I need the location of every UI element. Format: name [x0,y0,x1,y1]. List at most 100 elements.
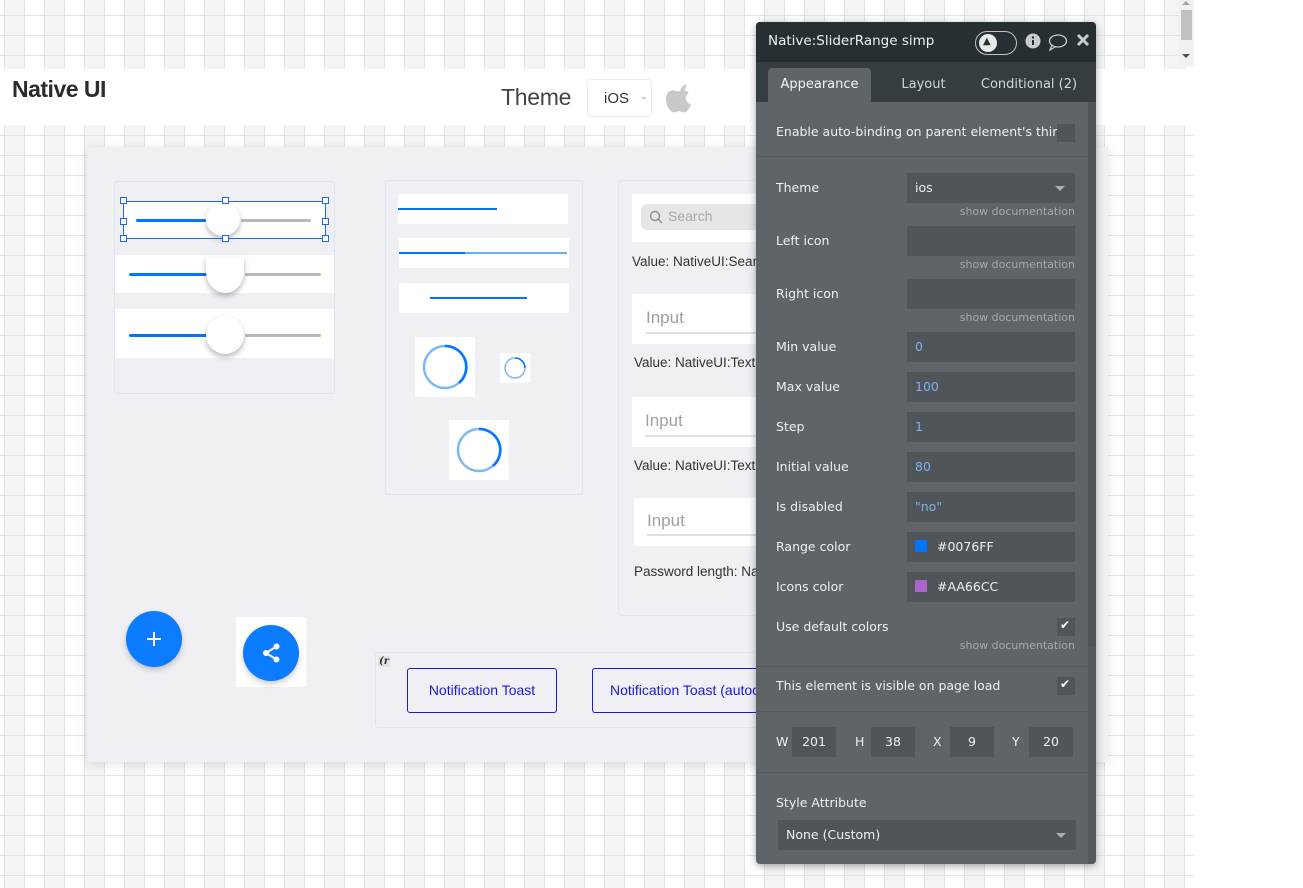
is-disabled-field[interactable]: "no" [907,492,1075,522]
use-default-colors-checkbox[interactable]: ✔ [1057,618,1075,636]
panel-scrollbar-thumb[interactable] [1088,102,1096,647]
chevron-down-icon: ⌄ [640,92,648,102]
notification-toast-button[interactable]: Notification Toast [407,668,557,713]
close-icon[interactable] [1076,33,1090,47]
step-label: Step [776,419,805,434]
scrollbar-thumb[interactable] [1181,10,1192,40]
visible-on-load-checkbox[interactable]: ✔ [1057,677,1075,695]
comment-icon[interactable] [1048,33,1068,51]
show-documentation-link[interactable]: show documentation [960,258,1075,271]
step-field[interactable]: 1 [907,412,1075,442]
right-icon-label: Right icon [776,286,839,301]
right-margin [1194,0,1303,888]
page-scrollbar[interactable] [1179,0,1194,66]
min-value-field[interactable]: 0 [907,332,1075,362]
theme-field-label: Theme [776,180,820,195]
x-field[interactable]: 9 [950,727,994,757]
apple-icon [665,84,691,113]
icons-color-swatch[interactable] [915,580,927,592]
icons-color-field[interactable]: #AA66CC [907,572,1075,602]
min-value-value: 0 [915,339,923,354]
style-attribute-label: Style Attribute [776,795,867,810]
autobinding-checkbox[interactable] [1057,124,1075,142]
width-label: W [776,734,789,749]
resize-handle-n[interactable] [222,197,229,204]
icons-color-value: #AA66CC [937,579,999,594]
max-value-field[interactable]: 100 [907,372,1075,402]
resize-handle-e[interactable] [322,218,329,225]
selection-outline [123,201,326,239]
max-value-label: Max value [776,379,840,394]
show-documentation-link[interactable]: show documentation [960,639,1075,652]
theme-dropdown[interactable]: iOS ⌄ [587,79,652,117]
resize-handle-nw[interactable] [120,197,127,204]
y-label: Y [1012,734,1020,749]
slider-range-3[interactable] [115,309,334,358]
step-value: 1 [915,419,923,434]
progress-fill [430,297,527,299]
range-color-swatch[interactable] [915,540,927,552]
initial-value-label: Initial value [776,459,849,474]
panel-title: Native:SliderRange simp [768,33,935,49]
progress-bar-2 [399,238,569,268]
slider-range-2[interactable] [115,255,334,293]
text-input-1-value: Value: NativeUI:Text [634,355,756,370]
search-value-text: Value: NativeUI:Search [632,254,772,269]
search-placeholder: Search [668,208,713,224]
initial-value-field[interactable]: 80 [907,452,1075,482]
slider-knob[interactable] [206,316,244,354]
progress-bar-1 [398,194,568,224]
checkmark-icon: ✔ [1060,618,1071,632]
theme-label: Theme [501,84,572,110]
icons-color-label: Icons color [776,579,844,594]
tab-appearance[interactable]: Appearance [768,68,871,102]
spinner-ring-icon [456,427,502,473]
scroll-down-arrow-icon[interactable] [1182,54,1190,58]
divider [756,772,1088,773]
min-value-label: Min value [776,339,837,354]
range-color-value: #0076FF [937,539,994,554]
resize-handle-s[interactable] [222,235,229,242]
input-placeholder: Input [646,308,684,327]
right-icon-field[interactable] [907,279,1075,309]
scroll-up-arrow-icon[interactable] [1182,1,1190,5]
y-field[interactable]: 20 [1029,727,1073,757]
password-length-text: Password length: Na [634,564,759,579]
info-icon[interactable] [1025,33,1041,49]
left-icon-field[interactable] [907,226,1075,256]
height-field[interactable]: 38 [871,727,915,757]
preview-toggle[interactable]: ▲ [975,31,1017,55]
theme-field-dropdown[interactable]: ios [907,173,1075,203]
show-documentation-link[interactable]: show documentation [960,311,1075,324]
panel-tabs: Appearance Layout Conditional (2) [756,62,1096,102]
tab-layout[interactable]: Layout [886,68,961,102]
spinner-large [415,337,475,397]
flask-icon: ▲ [983,36,991,47]
notification-toast-autoclose-button[interactable]: Notification Toast (autoclose) [592,668,762,713]
plus-icon [147,632,161,646]
checkmark-icon: ✔ [1060,677,1071,691]
page-title: Native UI [12,76,106,102]
share-icon [263,643,280,663]
toast-group-tag: (r [378,656,390,667]
tab-conditional[interactable]: Conditional (2) [974,68,1084,102]
width-field[interactable]: 201 [792,727,836,757]
resize-handle-ne[interactable] [322,197,329,204]
visible-on-load-label: This element is visible on page load [776,678,1001,693]
progress-fill [399,252,465,254]
slider-knob[interactable] [206,257,244,293]
add-fab-button[interactable] [126,611,182,667]
share-fab-button[interactable] [243,625,299,681]
max-value-value: 100 [915,379,939,394]
resize-handle-w[interactable] [120,218,127,225]
style-attribute-dropdown[interactable]: None (Custom) [778,820,1076,850]
range-color-field[interactable]: #0076FF [907,532,1075,562]
resize-handle-se[interactable] [322,235,329,242]
divider [756,711,1088,712]
show-documentation-link[interactable]: show documentation [960,205,1075,218]
is-disabled-label: Is disabled [776,499,843,514]
panel-title-bar[interactable]: Native:SliderRange simp ▲ [756,22,1096,62]
resize-handle-sw[interactable] [120,235,127,242]
input-placeholder: Input [647,511,685,530]
divider [756,666,1088,667]
